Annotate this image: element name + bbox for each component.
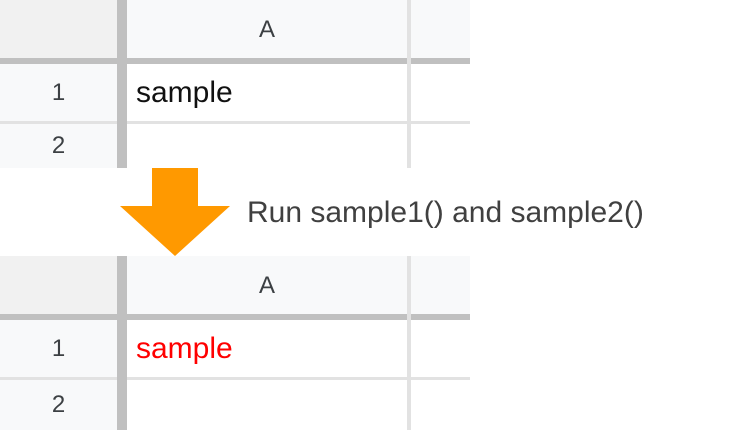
select-all-corner[interactable] bbox=[0, 256, 117, 314]
select-all-corner[interactable] bbox=[0, 0, 117, 58]
row-divider bbox=[0, 121, 470, 124]
cell-b2[interactable] bbox=[411, 124, 470, 168]
row-header-right-border bbox=[117, 256, 127, 430]
row-divider bbox=[0, 377, 470, 380]
row-header-2[interactable]: 2 bbox=[0, 380, 117, 430]
cell-b2[interactable] bbox=[411, 380, 470, 430]
row-header-2[interactable]: 2 bbox=[0, 124, 117, 168]
column-header-a[interactable]: A bbox=[127, 0, 407, 60]
cell-a2[interactable] bbox=[127, 124, 407, 168]
column-divider bbox=[407, 256, 411, 430]
cell-a2[interactable] bbox=[127, 380, 407, 430]
column-header-a[interactable]: A bbox=[127, 256, 407, 316]
cell-b1[interactable] bbox=[411, 64, 470, 121]
column-header-b[interactable] bbox=[411, 0, 470, 60]
column-header-b[interactable] bbox=[411, 256, 470, 316]
action-caption: Run sample1() and sample2() bbox=[247, 196, 644, 229]
spreadsheet-after: A 1 sample 2 bbox=[0, 256, 470, 430]
spreadsheet-before: A 1 sample 2 bbox=[0, 0, 470, 168]
down-arrow-icon bbox=[120, 168, 230, 256]
header-bottom-border bbox=[0, 314, 470, 320]
cell-a1[interactable]: sample bbox=[127, 64, 407, 121]
row-header-1[interactable]: 1 bbox=[0, 320, 117, 377]
row-header-1[interactable]: 1 bbox=[0, 64, 117, 121]
cell-b1[interactable] bbox=[411, 320, 470, 377]
column-divider bbox=[407, 0, 411, 168]
row-header-right-border bbox=[117, 0, 127, 168]
cell-a1[interactable]: sample bbox=[127, 320, 407, 377]
header-bottom-border bbox=[0, 58, 470, 64]
